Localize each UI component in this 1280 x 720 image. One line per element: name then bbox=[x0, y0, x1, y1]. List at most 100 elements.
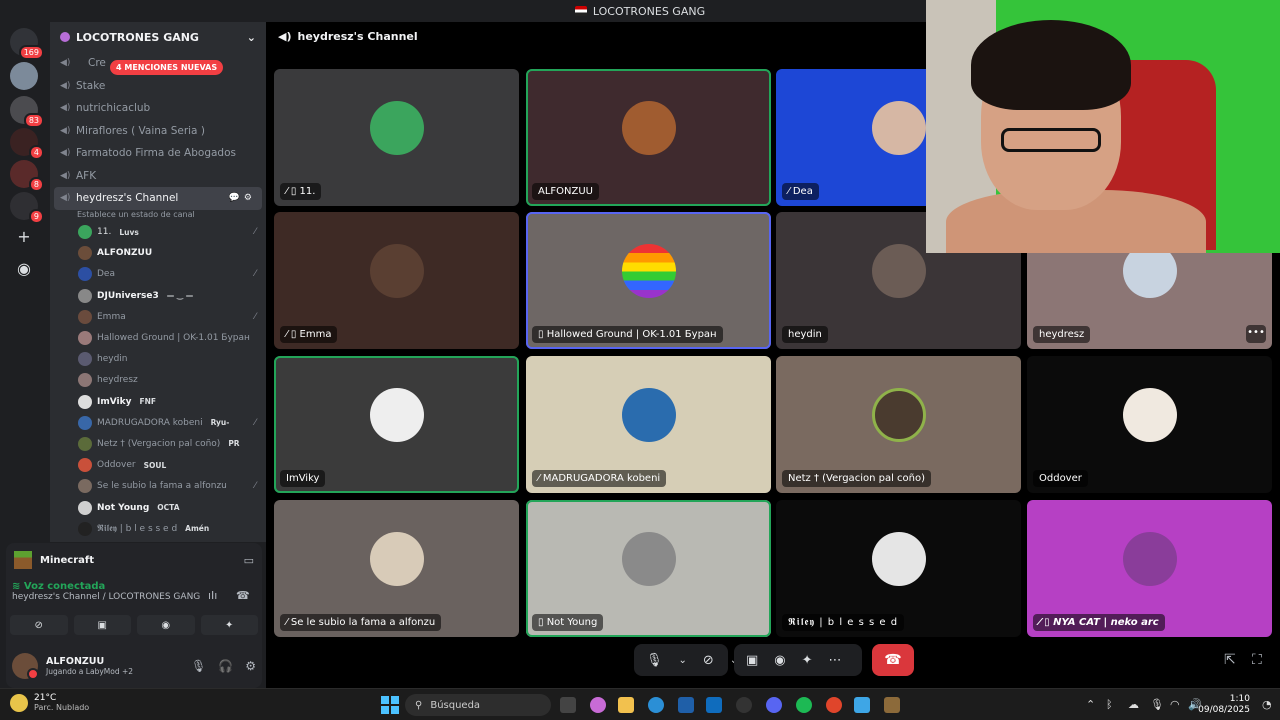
chevron-down-icon[interactable]: ⌄ bbox=[679, 655, 687, 666]
soundboard-icon[interactable]: ✦ bbox=[802, 653, 813, 668]
voice-member[interactable]: Hallowed Ground | OK-1.01 Буран bbox=[50, 327, 266, 348]
voice-member[interactable]: Not Young OCTA bbox=[50, 497, 266, 518]
soundboard-icon[interactable]: ✦ bbox=[200, 615, 258, 635]
avatar bbox=[621, 243, 676, 298]
active-voice-channel[interactable]: ◀) heydresz's Channel 💬⚙ bbox=[54, 187, 262, 210]
noise-suppression-icon[interactable]: ıIı bbox=[208, 589, 217, 602]
participant-tile[interactable]: ⁄ Se le subio la fama a alfonzu bbox=[274, 500, 519, 637]
screen-share-icon[interactable]: ▭ bbox=[244, 554, 254, 567]
voice-member[interactable]: 11. Luvs ⁄ bbox=[50, 222, 266, 243]
activities-icon[interactable]: ◉ bbox=[774, 653, 785, 668]
participant-tile[interactable]: ▯ Hallowed Ground | OK-1.01 Буран bbox=[526, 212, 771, 349]
participant-tile[interactable]: ⁄ MADRUGADORA kobeni bbox=[526, 356, 771, 493]
cloud-icon[interactable]: ☁ bbox=[1128, 698, 1139, 711]
server-icon[interactable]: 4 bbox=[10, 128, 44, 160]
clock[interactable]: 1:10 09/08/2025 bbox=[1198, 694, 1250, 716]
channel-label: Stake bbox=[76, 79, 106, 92]
participant-tile[interactable]: ⁄ ▯ 11. bbox=[274, 69, 519, 206]
app-icon[interactable] bbox=[736, 697, 752, 713]
voice-channel[interactable]: ◀) Stake bbox=[50, 75, 266, 98]
voice-channel[interactable]: ◀) nutrichicaclub bbox=[50, 97, 266, 120]
fullscreen-icon[interactable]: ⛶ bbox=[1252, 652, 1262, 668]
participant-tile[interactable]: Netz † (Vergacion pal coño) bbox=[776, 356, 1021, 493]
popout-icon[interactable]: ⇱ bbox=[1224, 652, 1236, 668]
voice-channel[interactable]: ◀) Farmatodo Firma de Abogados bbox=[50, 142, 266, 165]
voice-member[interactable]: heydin bbox=[50, 349, 266, 370]
notification-icon[interactable]: ◔ bbox=[1262, 698, 1272, 711]
chevron-down-icon[interactable]: ⌄ bbox=[247, 31, 256, 44]
screen-share-icon[interactable]: ▣ bbox=[746, 653, 758, 668]
activity-row[interactable]: Minecraft ▭ bbox=[6, 543, 262, 577]
participant-tile[interactable]: 𝕽𝖎𝖑𝖊𝖞 | b l e s s e d bbox=[776, 500, 1021, 637]
microphone-icon[interactable]: 🎙 bbox=[646, 653, 663, 668]
discover-icon[interactable]: ◉ bbox=[14, 258, 34, 278]
bluetooth-icon[interactable]: ᛒ bbox=[1106, 698, 1113, 711]
spotify-icon[interactable] bbox=[796, 697, 812, 713]
discord-icon[interactable] bbox=[766, 697, 782, 713]
channel-status[interactable]: Establece un estado de canal bbox=[50, 210, 266, 222]
weather-widget[interactable]: 21°C Parc. Nublado bbox=[10, 693, 89, 712]
voice-member[interactable]: Oddover SOUL bbox=[50, 455, 266, 476]
disconnect-button[interactable]: ☎ bbox=[872, 644, 914, 676]
participant-tile[interactable]: Oddover bbox=[1027, 356, 1272, 493]
camera-off-icon[interactable]: ⊘ bbox=[703, 653, 714, 668]
voice-member[interactable]: Emma ⁄ bbox=[50, 306, 266, 327]
chevron-up-icon[interactable]: ⌃ bbox=[1086, 698, 1095, 711]
voice-member[interactable]: ALFONZUU bbox=[50, 243, 266, 264]
server-icon[interactable] bbox=[10, 62, 38, 90]
store-icon[interactable] bbox=[678, 697, 694, 713]
mic-muted-icon: ⁄ bbox=[254, 269, 256, 280]
voice-member[interactable]: Dea ⁄ bbox=[50, 264, 266, 285]
edge-icon[interactable] bbox=[648, 697, 664, 713]
participant-name: 11. bbox=[299, 186, 316, 197]
wifi-icon[interactable]: ◠ bbox=[1170, 698, 1180, 711]
server-header[interactable]: LOCOTRONES GANG ⌄ bbox=[50, 22, 266, 52]
direct-messages-button[interactable]: 169 bbox=[10, 28, 44, 60]
voice-member[interactable]: MADRUGADORA kobeni Ryu- ⁄ bbox=[50, 412, 266, 433]
new-mentions-banner[interactable]: 4 MENCIONES NUEVAS bbox=[110, 60, 224, 75]
mobile-icon: ▯ bbox=[538, 329, 547, 340]
voice-channel[interactable]: ◀) AFK bbox=[50, 165, 266, 188]
participant-tile[interactable]: ⁄ ▯ Emma bbox=[274, 212, 519, 349]
server-icon[interactable]: 8 bbox=[10, 160, 44, 192]
voice-member[interactable]: 𝕽𝖎𝖑𝖊𝖞 | b l e s s e d Amén bbox=[50, 518, 266, 539]
copilot-icon[interactable] bbox=[590, 697, 606, 713]
more-options-icon[interactable]: ⋯ bbox=[829, 653, 842, 668]
disconnect-icon[interactable]: ☎ bbox=[236, 589, 250, 602]
participant-name: NYA CAT | neko arc bbox=[1053, 617, 1159, 628]
avatar bbox=[78, 246, 92, 261]
microphone-icon[interactable]: 🎙 bbox=[1150, 698, 1164, 711]
server-icon[interactable]: 9 bbox=[10, 192, 44, 224]
voice-channel-path[interactable]: heydresz's Channel / LOCOTRONES GANG bbox=[12, 592, 256, 602]
avatar bbox=[78, 415, 92, 430]
participant-tile[interactable]: ⁄ ▯ NYA CAT | neko arc bbox=[1027, 500, 1272, 637]
server-name: LOCOTRONES GANG bbox=[76, 30, 199, 44]
voice-member[interactable]: ImViky FNF bbox=[50, 391, 266, 412]
outlook-icon[interactable] bbox=[706, 697, 722, 713]
chrome-icon[interactable] bbox=[826, 697, 842, 713]
file-explorer-icon[interactable] bbox=[618, 697, 634, 713]
taskbar-search[interactable]: ⚲ Búsqueda bbox=[405, 694, 551, 716]
voice-member[interactable]: Se le subio la fama a alfonzu ⁄ bbox=[50, 476, 266, 497]
minecraft-icon[interactable] bbox=[884, 697, 900, 713]
voice-member[interactable]: heydresz bbox=[50, 370, 266, 391]
app-icon[interactable] bbox=[854, 697, 870, 713]
camera-off-icon[interactable]: ⊘ bbox=[10, 615, 68, 635]
voice-member[interactable]: Netz † (Vergacion pal coño) PR bbox=[50, 433, 266, 454]
voice-status[interactable]: Voz conectada bbox=[24, 581, 105, 592]
participant-tile[interactable]: ALFONZUU bbox=[526, 69, 771, 206]
participant-tile[interactable]: ImViky bbox=[274, 356, 519, 493]
more-options-icon[interactable]: ••• bbox=[1246, 325, 1266, 343]
server-icon[interactable]: 83 bbox=[10, 96, 44, 128]
windows-start-icon[interactable] bbox=[381, 696, 399, 714]
voice-member[interactable]: DJUniverse3 — ‿ — bbox=[50, 285, 266, 306]
participant-tile[interactable]: ▯ Not Young bbox=[526, 500, 771, 637]
task-view-icon[interactable] bbox=[560, 697, 576, 713]
voice-channel[interactable]: ◀) Miraflores ( Vaina Seria ) bbox=[50, 120, 266, 143]
channel-actions[interactable]: 💬⚙ bbox=[229, 193, 256, 203]
screen-share-button[interactable]: ▣ bbox=[73, 615, 131, 635]
participant-name: ALFONZUU bbox=[532, 183, 600, 200]
add-server-icon[interactable]: + bbox=[14, 226, 34, 246]
avatar bbox=[78, 436, 92, 451]
activities-icon[interactable]: ◉ bbox=[137, 615, 195, 635]
